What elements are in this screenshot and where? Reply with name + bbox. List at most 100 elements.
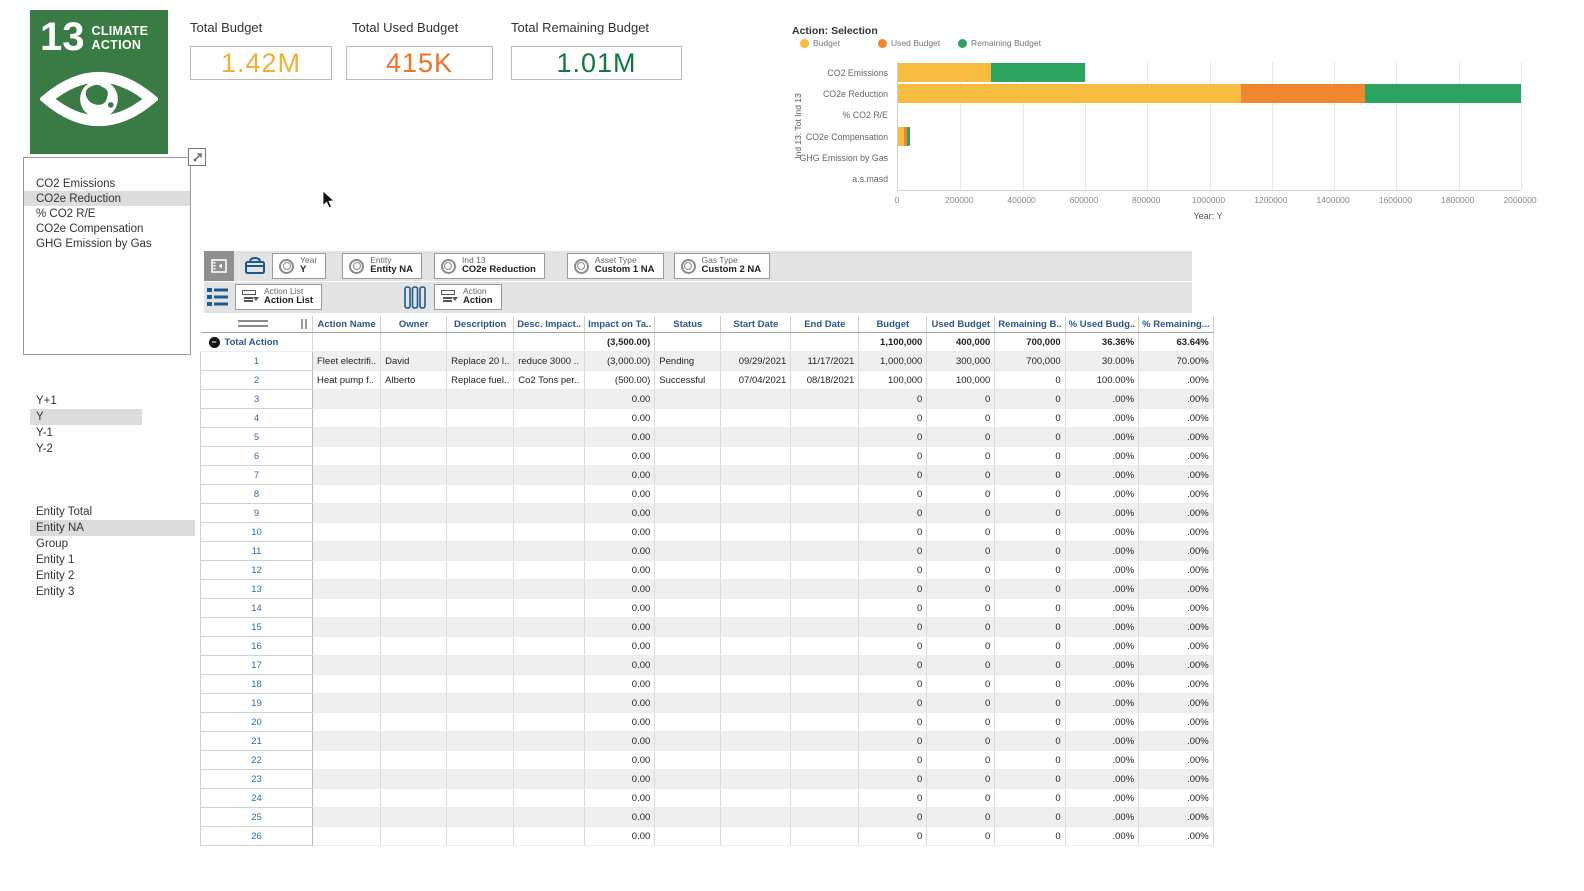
grid-cell[interactable] (313, 580, 381, 599)
grid-cell[interactable] (514, 333, 585, 352)
row-number[interactable]: 14 (201, 599, 313, 618)
filter-chip-gas-type[interactable]: Gas TypeCustom 2 NA (674, 253, 771, 279)
grid-cell[interactable] (381, 694, 447, 713)
grid-cell[interactable] (791, 485, 859, 504)
grid-cell[interactable] (313, 694, 381, 713)
grid-cell[interactable] (313, 428, 381, 447)
grid-cell[interactable] (514, 523, 585, 542)
grid-cell[interactable] (791, 770, 859, 789)
grid-cell[interactable] (721, 637, 791, 656)
grid-cell[interactable]: 0 (927, 751, 995, 770)
grid-cell[interactable]: 0 (995, 599, 1065, 618)
grid-cell[interactable] (447, 561, 514, 580)
grid-cell[interactable]: .00% (1139, 523, 1214, 542)
grid-cell[interactable]: 700,000 (995, 333, 1065, 352)
grid-cell[interactable]: 63.64% (1139, 333, 1214, 352)
grid-cell[interactable] (655, 523, 721, 542)
grid-cell[interactable]: 0 (927, 789, 995, 808)
grid-cell[interactable]: 0 (927, 428, 995, 447)
grid-cell[interactable]: 0.00 (585, 808, 655, 827)
grid-cell[interactable] (791, 675, 859, 694)
briefcase-icon[interactable] (244, 256, 266, 281)
filter-chip-ind-13[interactable]: Ind 13CO2e Reduction (434, 253, 545, 279)
grid-cell[interactable] (721, 694, 791, 713)
grid-cell[interactable] (447, 656, 514, 675)
grid-cell[interactable] (655, 656, 721, 675)
grid-cell[interactable] (447, 732, 514, 751)
grid-cell[interactable] (313, 618, 381, 637)
grid-cell[interactable]: 0.00 (585, 637, 655, 656)
grid-cell[interactable] (381, 447, 447, 466)
column-grip-icon[interactable] (301, 319, 307, 329)
grid-cell[interactable]: 0 (859, 599, 927, 618)
grid-cell[interactable]: 0 (859, 694, 927, 713)
grid-cell[interactable]: 0 (995, 732, 1065, 751)
grid-cell[interactable]: .00% (1139, 561, 1214, 580)
grid-cell[interactable]: 0.00 (585, 656, 655, 675)
grid-cell[interactable] (313, 542, 381, 561)
grid-cell[interactable]: 0.00 (585, 523, 655, 542)
row-number[interactable]: 18 (201, 675, 313, 694)
grid-cell[interactable]: 30.00% (1065, 352, 1139, 371)
grid-cell[interactable] (514, 751, 585, 770)
grid-cell[interactable]: 0 (859, 789, 927, 808)
grid-cell[interactable]: 0 (859, 466, 927, 485)
entity-list-item[interactable]: Entity NA (30, 520, 195, 536)
grid-cell[interactable]: 07/04/2021 (721, 371, 791, 390)
grid-cell[interactable]: .00% (1065, 409, 1139, 428)
year-list-item[interactable]: Y-2 (30, 441, 142, 457)
grid-cell[interactable]: 0 (859, 827, 927, 846)
bar-segment[interactable] (898, 84, 1241, 103)
grid-cell[interactable] (514, 789, 585, 808)
entity-list-item[interactable]: Entity 2 (30, 568, 195, 584)
grid-cell[interactable]: 0.00 (585, 618, 655, 637)
grid-cell[interactable]: 0 (927, 466, 995, 485)
row-number[interactable]: 16 (201, 637, 313, 656)
grid-corner-header[interactable] (201, 316, 313, 333)
grid-cell[interactable]: 0 (927, 770, 995, 789)
grid-cell[interactable] (447, 390, 514, 409)
grid-cell[interactable]: 0 (995, 580, 1065, 599)
grid-cell[interactable] (514, 675, 585, 694)
grid-cell[interactable]: .00% (1065, 694, 1139, 713)
grid-cell[interactable]: .00% (1065, 808, 1139, 827)
grid-cell[interactable]: 0 (995, 808, 1065, 827)
grid-cell[interactable] (791, 827, 859, 846)
year-list-item[interactable]: Y+1 (30, 393, 142, 409)
grid-cell[interactable]: 0 (995, 542, 1065, 561)
grid-cell[interactable]: .00% (1065, 827, 1139, 846)
grid-cell[interactable]: 0 (995, 637, 1065, 656)
grid-cell[interactable]: 0.00 (585, 485, 655, 504)
grid-cell[interactable] (721, 428, 791, 447)
grid-cell[interactable]: 08/18/2021 (791, 371, 859, 390)
grid-cell[interactable]: .00% (1139, 371, 1214, 390)
grid-cell[interactable] (791, 751, 859, 770)
grid-cell[interactable] (313, 409, 381, 428)
grid-cell[interactable] (791, 808, 859, 827)
grid-cell[interactable]: 100.00% (1065, 371, 1139, 390)
grid-cell[interactable]: 0 (859, 808, 927, 827)
grid-cell[interactable]: .00% (1139, 542, 1214, 561)
grid-cell[interactable] (313, 390, 381, 409)
grid-cell[interactable] (791, 466, 859, 485)
grid-cell[interactable] (721, 542, 791, 561)
grid-cell[interactable] (447, 409, 514, 428)
grid-cell[interactable] (381, 542, 447, 561)
grid-cell[interactable] (655, 789, 721, 808)
grid-cell[interactable] (514, 637, 585, 656)
grid-cell[interactable]: .00% (1139, 675, 1214, 694)
grid-cell[interactable] (447, 751, 514, 770)
grid-cell[interactable]: .00% (1065, 751, 1139, 770)
grid-cell[interactable]: 0 (995, 694, 1065, 713)
expand-icon[interactable] (188, 148, 206, 166)
grid-cell[interactable]: 400,000 (927, 333, 995, 352)
indicator-list-item[interactable]: CO2 Emissions (24, 176, 190, 191)
grid-cell[interactable] (655, 542, 721, 561)
row-number[interactable]: 2 (201, 371, 313, 390)
year-list-item[interactable]: Y (30, 409, 142, 425)
grid-cell[interactable]: Alberto (381, 371, 447, 390)
grid-cell[interactable]: .00% (1139, 428, 1214, 447)
grid-cell[interactable]: 0 (995, 789, 1065, 808)
grid-cell[interactable] (514, 656, 585, 675)
grid-cell[interactable] (313, 789, 381, 808)
